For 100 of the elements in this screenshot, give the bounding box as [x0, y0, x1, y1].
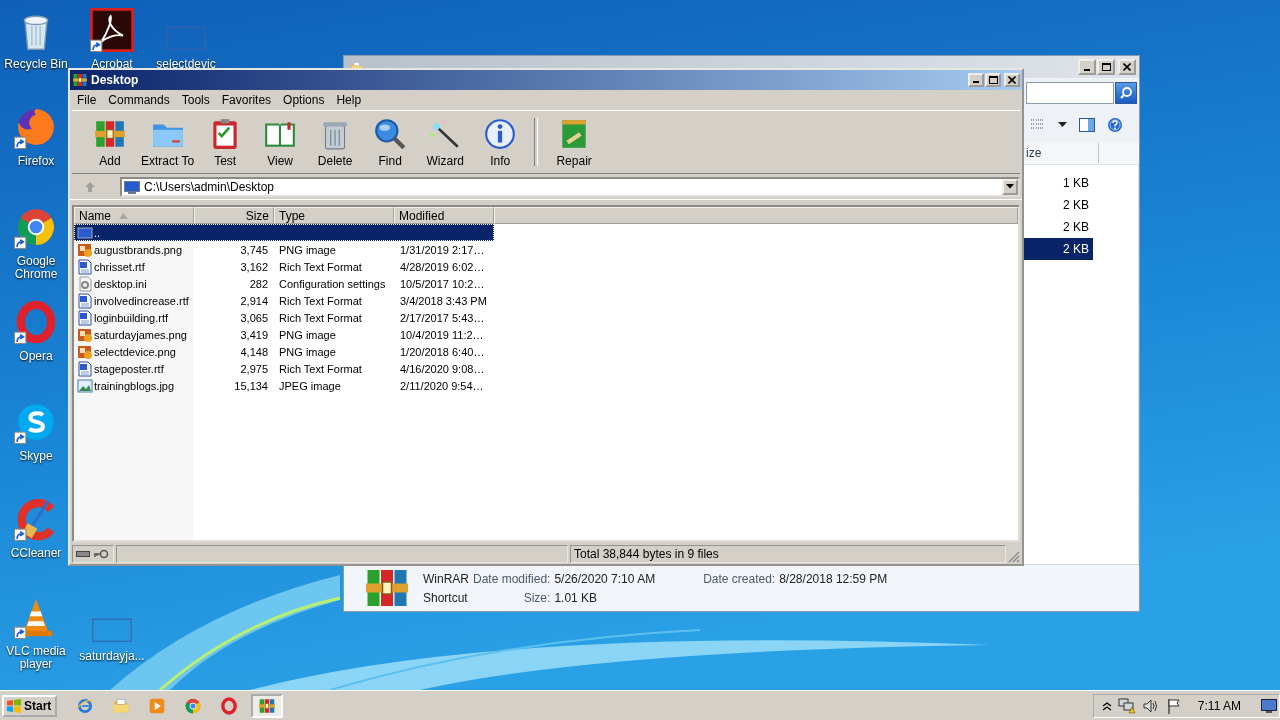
file-size: 3,162 — [240, 260, 268, 273]
search-button[interactable] — [1115, 82, 1137, 104]
close-button[interactable] — [1118, 59, 1136, 75]
path-text: C:\Users\admin\Desktop — [144, 179, 275, 194]
close-button[interactable] — [1004, 73, 1020, 87]
path-field[interactable]: C:\Users\admin\Desktop — [120, 176, 1020, 197]
clock[interactable]: 7:11 AM — [1197, 698, 1241, 713]
field-label: Date modified: — [473, 571, 551, 586]
desktop-icon-label[interactable]: Acrobat — [91, 58, 133, 71]
file-row[interactable]: stageposter.rtf 2,975 Rich Text Format 4/16/2020 9:08… — [74, 360, 494, 377]
file-row[interactable]: selectdevice.png 4,148 PNG image 1/20/2018 6:40… — [74, 343, 494, 360]
file-type: PNG image — [279, 243, 336, 256]
file-row[interactable]: involvedincrease.rtf 2,914 Rich Text Format 3/4/2018 3:43 PM — [74, 292, 494, 309]
file-type: JPEG image — [279, 379, 341, 392]
up-arrow-icon — [84, 180, 96, 193]
file-date: 1/20/2018 6:40… — [400, 345, 485, 358]
help-icon[interactable] — [1107, 117, 1123, 133]
field-label: Size: — [522, 590, 551, 605]
start-button[interactable]: Start — [2, 694, 58, 717]
toolbar-button[interactable]: View — [254, 114, 307, 170]
file-name: stageposter.rtf — [94, 362, 164, 375]
flag-icon[interactable] — [1165, 697, 1182, 714]
column-header[interactable]: Modified — [394, 207, 494, 224]
file-name: selectdevice.png — [94, 345, 176, 358]
search-icon — [373, 116, 408, 151]
close-icon — [1008, 76, 1016, 84]
desktop-icon-label[interactable]: Recycle Bin — [4, 58, 68, 71]
minimize-button[interactable] — [1078, 59, 1096, 75]
file-size[interactable]: 1 KB — [1022, 172, 1093, 194]
column-header[interactable]: Name — [74, 207, 194, 224]
maximize-button[interactable] — [985, 73, 1001, 87]
network-icon[interactable] — [1117, 697, 1136, 714]
menu-item[interactable]: Commands — [102, 93, 176, 107]
file-size: 3,419 — [240, 328, 268, 341]
file-name: augustbrands.png — [94, 243, 183, 256]
file-type: Configuration settings — [279, 277, 386, 290]
window-title: Desktop — [91, 73, 139, 87]
desktop-icon-label[interactable]: Skype — [19, 450, 53, 463]
toolbar-button[interactable]: Delete — [309, 114, 362, 170]
file-size[interactable]: 2 KB — [1022, 238, 1093, 260]
search-field[interactable] — [1026, 82, 1114, 104]
desktop-icon-label[interactable]: Google Chrome — [1, 255, 71, 281]
swoosh-logo-shortcut-icon[interactable] — [90, 8, 134, 52]
show-desktop-icon[interactable] — [1261, 698, 1277, 713]
file-row[interactable]: chrisset.rtf 3,162 Rich Text Format 4/28/2019 6:02… — [74, 258, 494, 275]
browser-logo-icon — [184, 696, 203, 715]
speaker-icon[interactable] — [1141, 697, 1160, 714]
menu-item[interactable]: Options — [277, 93, 331, 107]
toolbar-button[interactable]: Add — [84, 114, 136, 170]
field-value: 5/26/2020 7:10 AM — [554, 571, 656, 586]
file-size[interactable]: 2 KB — [1022, 216, 1093, 238]
toolbar-button[interactable]: Repair — [548, 114, 601, 170]
file-date: 10/5/2017 10:2… — [400, 277, 485, 290]
caret-icon[interactable] — [1058, 122, 1067, 128]
menu-item[interactable]: Tools — [175, 93, 216, 107]
settings-file-icon — [77, 275, 93, 292]
image-file-icon — [77, 241, 93, 258]
toolbar-button[interactable]: Find — [364, 114, 417, 170]
file-name: .. — [94, 226, 101, 239]
menu-item[interactable]: Favorites — [215, 93, 278, 107]
file-row[interactable]: augustbrands.png 3,745 PNG image 1/31/2019 2:17… — [74, 241, 494, 258]
toolbar-button[interactable]: Test — [199, 114, 252, 170]
file-date: 2/11/2020 9:54… — [400, 379, 484, 392]
toolbar-button[interactable]: Info — [474, 114, 527, 170]
taskbar-button[interactable] — [251, 693, 284, 718]
ring-logo-shortcut-icon[interactable] — [14, 300, 58, 344]
desktop-icon-label[interactable]: selectdevic — [156, 58, 216, 71]
file-size: 15,134 — [234, 379, 268, 392]
dropdown-button[interactable] — [1002, 178, 1018, 195]
menu-item[interactable]: Help — [330, 93, 368, 107]
desktop-icon-label[interactable]: Opera — [19, 350, 53, 363]
close-icon — [1123, 63, 1131, 71]
file-name: involvedincrease.rtf — [94, 294, 189, 307]
file-date: 2/17/2017 5:43… — [400, 311, 485, 324]
file-row[interactable]: desktop.ini 282 Configuration settings 10/5/2017 10:2… — [74, 275, 494, 292]
preview-pane-icon[interactable] — [1079, 118, 1095, 132]
toolbar-button[interactable]: Extract To — [139, 114, 197, 170]
info-icon — [483, 116, 518, 151]
file-size: 2,914 — [240, 294, 268, 307]
file-row[interactable]: trainingblogs.jpg 15,134 JPEG image 2/11/2020 9:54… — [74, 377, 494, 394]
file-row[interactable]: loginbuilding.rtf 3,065 Rich Text Format 2/17/2017 5:43… — [74, 309, 494, 326]
minimize-button[interactable] — [968, 73, 984, 87]
play-icon — [148, 696, 167, 715]
desktop-icon-label[interactable]: Firefox — [17, 155, 55, 168]
menu-item[interactable]: File — [71, 93, 103, 107]
file-size[interactable]: 2 KB — [1022, 194, 1093, 216]
file-date: 3/4/2018 3:43 PM — [400, 294, 487, 307]
column-header[interactable]: Type — [274, 207, 394, 224]
maximize-icon — [988, 76, 998, 84]
document-file-icon — [77, 258, 93, 275]
file-type: Rich Text Format — [279, 362, 362, 375]
maximize-button[interactable] — [1097, 59, 1115, 75]
search-icon — [1119, 86, 1133, 100]
chevron-up-icon[interactable] — [1101, 700, 1112, 711]
toolbar-button[interactable]: Wizard — [419, 114, 472, 170]
column-header[interactable]: Size — [194, 207, 274, 224]
file-name: chrisset.rtf — [94, 260, 145, 273]
file-row[interactable]: .. — [74, 224, 494, 241]
file-type: Rich Text Format — [279, 311, 362, 324]
file-row[interactable]: saturdayjames.png 3,419 PNG image 10/4/2019 11:2… — [74, 326, 494, 343]
